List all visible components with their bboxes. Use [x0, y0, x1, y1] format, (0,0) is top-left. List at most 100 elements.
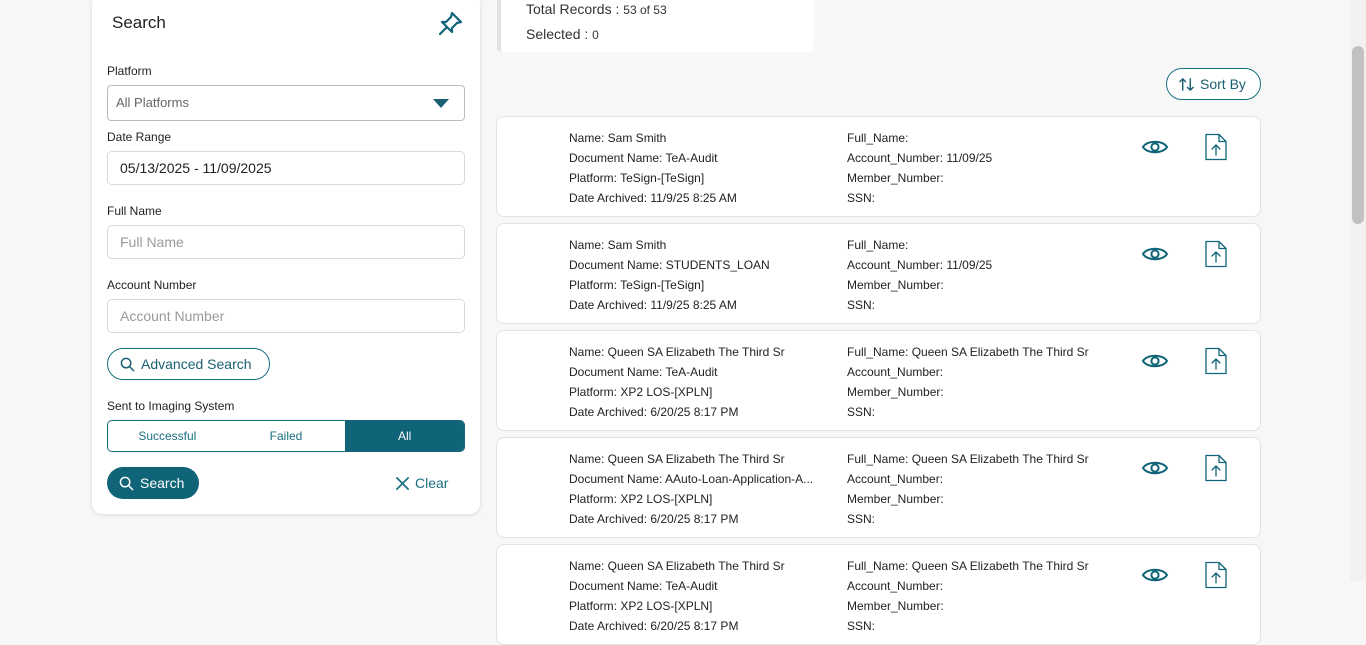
record-ssn: SSN:	[847, 191, 876, 205]
record-details: Name: Sam Smith Document Name: TeA-Audit…	[569, 128, 834, 208]
chevron-down-icon	[433, 99, 449, 108]
record-member-number: Member_Number:	[847, 171, 944, 185]
record-platform: Platform: XP2 LOS-[XPLN]	[569, 492, 713, 506]
record-name: Name: Queen SA Elizabeth The Third Sr	[569, 345, 785, 359]
record-account-number: Account_Number: 11/09/25	[847, 151, 993, 165]
record-document-name: Document Name: TeA-Audit	[569, 579, 718, 593]
sent-to-imaging-label: Sent to Imaging System	[107, 399, 235, 413]
document-upload-icon[interactable]	[1204, 454, 1228, 482]
document-upload-icon[interactable]	[1204, 347, 1228, 375]
record-fields: Full_Name: Queen SA Elizabeth The Third …	[847, 449, 1107, 529]
document-upload-icon[interactable]	[1204, 240, 1228, 268]
record-name: Name: Queen SA Elizabeth The Third Sr	[569, 452, 785, 466]
record-full-name: Full_Name:	[847, 131, 909, 145]
pin-icon[interactable]	[436, 10, 464, 38]
platform-selected-value: All Platforms	[116, 95, 189, 110]
record-ssn: SSN:	[847, 512, 876, 526]
close-icon	[396, 476, 409, 490]
record-account-number: Account_Number:	[847, 365, 944, 379]
records-summary: Total Records : 53 of 53 Selected : 0	[497, 0, 814, 52]
eye-icon[interactable]	[1141, 244, 1169, 264]
record-date-archived: Date Archived: 6/20/25 8:17 PM	[569, 512, 739, 526]
record-details: Name: Queen SA Elizabeth The Third Sr Do…	[569, 556, 834, 636]
record-document-name: Document Name: TeA-Audit	[569, 365, 718, 379]
record-details: Name: Queen SA Elizabeth The Third Sr Do…	[569, 449, 834, 529]
sort-by-label: Sort By	[1200, 76, 1246, 92]
eye-icon[interactable]	[1141, 137, 1169, 157]
search-icon	[119, 476, 134, 490]
clear-button-label: Clear	[415, 475, 449, 491]
full-name-input[interactable]	[107, 225, 465, 259]
record-card[interactable]: Name: Queen SA Elizabeth The Third Sr Do…	[496, 330, 1261, 431]
record-card[interactable]: Name: Sam Smith Document Name: STUDENTS_…	[496, 223, 1261, 324]
record-platform: Platform: TeSign-[TeSign]	[569, 278, 705, 292]
advanced-search-label: Advanced Search	[141, 356, 252, 372]
record-document-name: Document Name: AAuto-Loan-Application-A.…	[569, 472, 814, 486]
selected-label: Selected :	[526, 26, 589, 42]
record-member-number: Member_Number:	[847, 278, 944, 292]
record-date-archived: Date Archived: 6/20/25 8:17 PM	[569, 405, 739, 419]
segment-failed[interactable]: Failed	[227, 421, 346, 451]
date-range-label: Date Range	[107, 130, 172, 144]
platform-select[interactable]: All Platforms	[107, 85, 465, 121]
record-fields: Full_Name: Queen SA Elizabeth The Third …	[847, 342, 1107, 422]
record-fields: Full_Name: Account_Number: 11/09/25 Memb…	[847, 128, 1107, 208]
record-ssn: SSN:	[847, 298, 876, 312]
full-name-label: Full Name	[107, 204, 162, 218]
record-account-number: Account_Number:	[847, 579, 944, 593]
record-platform: Platform: XP2 LOS-[XPLN]	[569, 385, 713, 399]
eye-icon[interactable]	[1141, 351, 1169, 371]
record-document-name: Document Name: TeA-Audit	[569, 151, 718, 165]
record-fields: Full_Name: Account_Number: 11/09/25 Memb…	[847, 235, 1107, 315]
segment-all[interactable]: All	[345, 421, 464, 451]
sent-status-toggle: Successful Failed All	[107, 420, 465, 452]
record-ssn: SSN:	[847, 405, 876, 419]
record-fields: Full_Name: Queen SA Elizabeth The Third …	[847, 556, 1107, 636]
record-member-number: Member_Number:	[847, 492, 944, 506]
total-records-value: 53 of 53	[623, 3, 667, 17]
platform-label: Platform	[107, 64, 152, 78]
record-date-archived: Date Archived: 6/20/25 8:17 PM	[569, 619, 739, 633]
record-name: Name: Queen SA Elizabeth The Third Sr	[569, 559, 785, 573]
eye-icon[interactable]	[1141, 458, 1169, 478]
total-records: Total Records : 53 of 53	[526, 1, 667, 17]
panel-title: Search	[112, 13, 166, 32]
record-details: Name: Queen SA Elizabeth The Third Sr Do…	[569, 342, 834, 422]
clear-button[interactable]: Clear	[395, 473, 448, 493]
record-name: Name: Sam Smith	[569, 238, 667, 252]
sort-icon	[1179, 77, 1194, 91]
record-platform: Platform: TeSign-[TeSign]	[569, 171, 705, 185]
document-upload-icon[interactable]	[1204, 561, 1228, 589]
selected-value: 0	[592, 28, 599, 42]
account-number-label: Account Number	[107, 278, 197, 292]
advanced-search-button[interactable]: Advanced Search	[107, 348, 270, 380]
scrollbar-thumb[interactable]	[1352, 46, 1364, 224]
search-button-label: Search	[140, 475, 185, 491]
record-member-number: Member_Number:	[847, 385, 944, 399]
record-member-number: Member_Number:	[847, 599, 944, 613]
sort-by-button[interactable]: Sort By	[1166, 68, 1261, 100]
record-full-name: Full_Name: Queen SA Elizabeth The Third …	[847, 452, 1089, 466]
date-range-input[interactable]	[107, 151, 465, 185]
eye-icon[interactable]	[1141, 565, 1169, 585]
selected-records: Selected : 0	[526, 26, 599, 42]
record-date-archived: Date Archived: 11/9/25 8:25 AM	[569, 191, 737, 205]
record-document-name: Document Name: STUDENTS_LOAN	[569, 258, 770, 272]
record-ssn: SSN:	[847, 619, 876, 633]
search-button[interactable]: Search	[107, 467, 199, 499]
record-full-name: Full_Name:	[847, 238, 909, 252]
document-upload-icon[interactable]	[1204, 133, 1228, 161]
record-date-archived: Date Archived: 11/9/25 8:25 AM	[569, 298, 737, 312]
record-full-name: Full_Name: Queen SA Elizabeth The Third …	[847, 559, 1089, 573]
total-records-label: Total Records :	[526, 1, 620, 17]
record-card[interactable]: Name: Queen SA Elizabeth The Third Sr Do…	[496, 437, 1261, 538]
account-number-input[interactable]	[107, 299, 465, 333]
record-name: Name: Sam Smith	[569, 131, 667, 145]
record-card[interactable]: Name: Queen SA Elizabeth The Third Sr Do…	[496, 544, 1261, 645]
search-panel: Search Platform All Platforms Date Range…	[92, 0, 480, 514]
segment-successful[interactable]: Successful	[108, 421, 227, 451]
record-details: Name: Sam Smith Document Name: STUDENTS_…	[569, 235, 834, 315]
record-account-number: Account_Number: 11/09/25	[847, 258, 993, 272]
record-card[interactable]: Name: Sam Smith Document Name: TeA-Audit…	[496, 116, 1261, 217]
record-account-number: Account_Number:	[847, 472, 944, 486]
